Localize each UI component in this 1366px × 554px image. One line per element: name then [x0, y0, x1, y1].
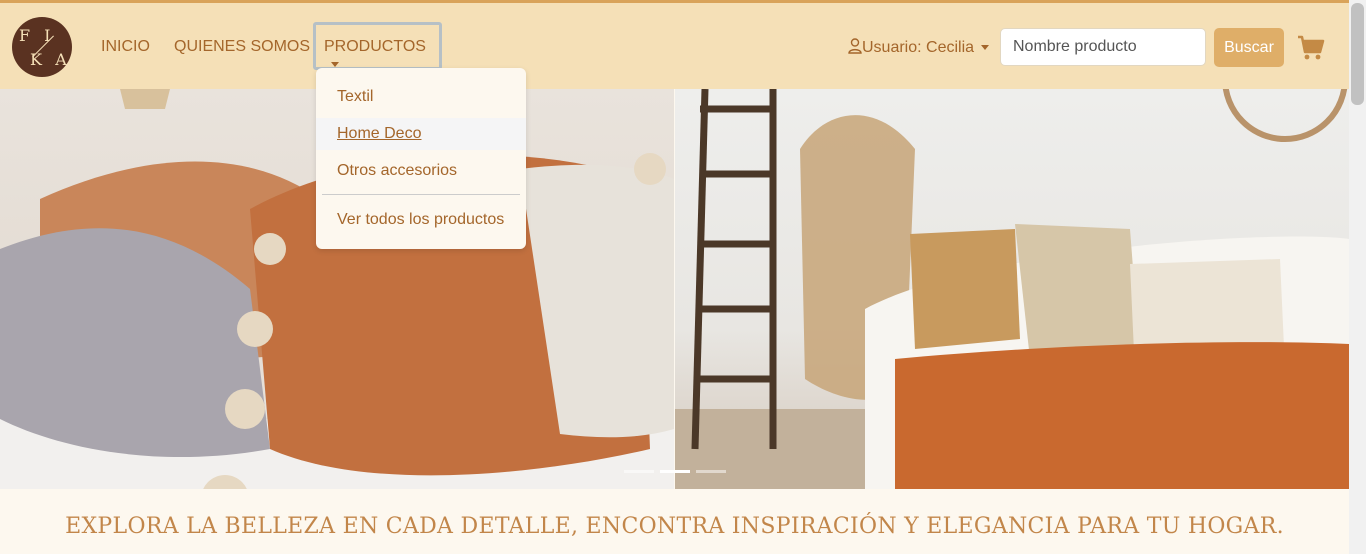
user-icon [848, 38, 862, 54]
search-input[interactable] [1000, 28, 1206, 66]
carousel-indicator-active[interactable] [660, 470, 690, 473]
carousel-indicator[interactable] [624, 470, 654, 473]
dropdown-item-home-deco[interactable]: Home Deco [316, 118, 526, 150]
tagline-section: EXPLORA LA BELLEZA EN CADA DETALLE, ENCO… [0, 489, 1349, 554]
shopping-cart-icon[interactable] [1297, 34, 1325, 62]
productos-dropdown-menu: Textil Home Deco Otros accesorios Ver to… [316, 68, 526, 249]
caret-down-icon [981, 45, 990, 51]
navbar: FI KA INICIO QUIENES SOMOS PRODUCTOS Usu… [0, 3, 1349, 89]
carousel-indicator[interactable] [696, 470, 726, 473]
dropdown-divider [322, 194, 520, 195]
hero-image-living-room [675, 89, 1349, 489]
search-button[interactable]: Buscar [1214, 28, 1284, 67]
nav-productos-dropdown-toggle[interactable]: PRODUCTOS [313, 22, 442, 70]
dropdown-item-otros-accesorios[interactable]: Otros accesorios [316, 155, 526, 187]
brand-logo[interactable]: FI KA [12, 17, 72, 77]
user-menu[interactable]: Usuario: Cecilia [848, 38, 990, 57]
dropdown-item-textil[interactable]: Textil [316, 81, 526, 113]
nav-quienes-somos[interactable]: QUIENES SOMOS [174, 38, 310, 56]
caret-down-icon [331, 62, 339, 68]
tagline-text: EXPLORA LA BELLEZA EN CADA DETALLE, ENCO… [65, 514, 1284, 539]
hero-carousel[interactable] [0, 89, 1349, 489]
nav-inicio[interactable]: INICIO [101, 38, 150, 56]
scrollbar-thumb[interactable] [1351, 3, 1364, 105]
dropdown-item-ver-todos[interactable]: Ver todos los productos [316, 204, 526, 236]
